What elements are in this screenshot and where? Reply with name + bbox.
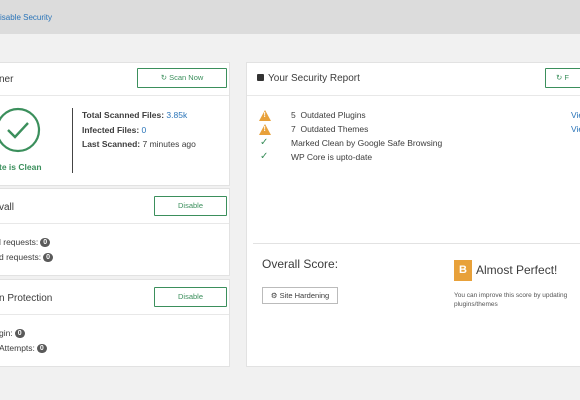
scan-now-button[interactable]: ↻ Scan Now [137, 68, 227, 88]
login-row-1-label: gin: [0, 328, 13, 338]
scanner-card: ner ↻ Scan Now te is Clean Total Scanned… [0, 62, 230, 186]
report-refresh-button[interactable]: ↻ F [545, 68, 580, 88]
disable-security-link[interactable]: isable Security [0, 13, 52, 22]
warning-icon: ! [259, 124, 271, 135]
check-icon: ✓ [260, 151, 269, 162]
last-scanned-row: Last Scanned: 7 minutes ago [82, 139, 196, 149]
scanner-header: ner ↻ Scan Now [0, 63, 229, 96]
firewall-title: vall [0, 202, 15, 213]
security-report-title: Your Security Report [268, 73, 360, 84]
firewall-disable-button[interactable]: Disable [154, 196, 227, 216]
login-row-2: Attempts: 0 [0, 343, 47, 354]
security-report-card: Your Security Report ↻ F ! 5 Outdated Pl… [246, 62, 580, 367]
clean-check-icon [0, 107, 41, 153]
report-item-1: 5 Outdated Plugins [291, 110, 366, 120]
site-hardening-button[interactable]: ⚙ Site Hardening [262, 287, 338, 304]
last-scanned-value: 7 minutes ago [142, 139, 196, 149]
outdated-themes-text: Outdated Themes [300, 124, 369, 134]
scanner-title: ner [0, 74, 14, 85]
site-hardening-label: Site Hardening [279, 291, 330, 300]
scanner-divider [72, 108, 73, 173]
grade-text: Almost Perfect! [476, 263, 558, 277]
infected-label: Infected Files: [82, 125, 140, 135]
total-scanned-label: Total Scanned Files: [82, 110, 165, 120]
score-divider [253, 243, 580, 244]
total-scanned-value: 3.85k [166, 110, 188, 120]
login-row-2-count: 0 [36, 344, 47, 354]
infected-value: 0 [141, 125, 147, 135]
login-row-1: gin: 0 [0, 328, 25, 339]
firewall-row-1: l requests: 0 [0, 237, 51, 248]
firewall-row-1-label: l requests: [0, 237, 39, 247]
check-icon: ✓ [260, 137, 269, 148]
report-refresh-label: F [564, 73, 569, 82]
refresh-icon: ↻ [556, 73, 563, 82]
security-report-header: Your Security Report ↻ F [247, 63, 580, 96]
infected-row: Infected Files: 0 [82, 125, 146, 135]
firewall-card: vall Disable l requests: 0 d requests: 0 [0, 188, 230, 276]
scan-now-label: Scan Now [169, 73, 204, 82]
firewall-row-2: d requests: 0 [0, 252, 53, 263]
outdated-plugins-text: Outdated Plugins [300, 110, 366, 120]
grade-badge: B [454, 260, 472, 281]
firewall-row-1-count: 0 [40, 238, 51, 248]
score-hint-2: plugins/themes [454, 301, 498, 308]
report-icon [257, 74, 264, 81]
login-protection-header: n Protection Disable [0, 280, 229, 315]
report-item-4: WP Core is upto-date [291, 152, 373, 162]
firewall-header: vall Disable [0, 189, 229, 224]
login-row-1-count: 0 [14, 329, 25, 339]
view-plugins-link[interactable]: Vie [571, 110, 580, 120]
view-themes-link[interactable]: Vie [571, 124, 580, 134]
score-hint: You can improve this score by updating [454, 292, 568, 299]
outdated-themes-count: 7 [291, 124, 296, 134]
firewall-row-2-label: d requests: [0, 252, 42, 262]
report-item-3: Marked Clean by Google Safe Browsing [291, 138, 443, 148]
refresh-icon: ↻ [160, 73, 167, 82]
gear-icon: ⚙ [270, 291, 278, 300]
site-clean-status: te is Clean [0, 162, 42, 172]
login-disable-button[interactable]: Disable [154, 287, 227, 307]
top-notice-bar: isable Security [0, 0, 580, 34]
total-scanned-row: Total Scanned Files: 3.85k [82, 110, 187, 120]
login-row-2-label: Attempts: [0, 343, 35, 353]
report-item-2: 7 Outdated Themes [291, 124, 368, 134]
login-protection-card: n Protection Disable gin: 0 Attempts: 0 [0, 279, 230, 367]
last-scanned-label: Last Scanned: [82, 139, 141, 149]
warning-icon: ! [259, 110, 271, 121]
login-protection-title: n Protection [0, 293, 53, 304]
firewall-row-2-count: 0 [43, 253, 53, 263]
overall-score-label: Overall Score: [262, 257, 339, 271]
outdated-plugins-count: 5 [291, 110, 296, 120]
